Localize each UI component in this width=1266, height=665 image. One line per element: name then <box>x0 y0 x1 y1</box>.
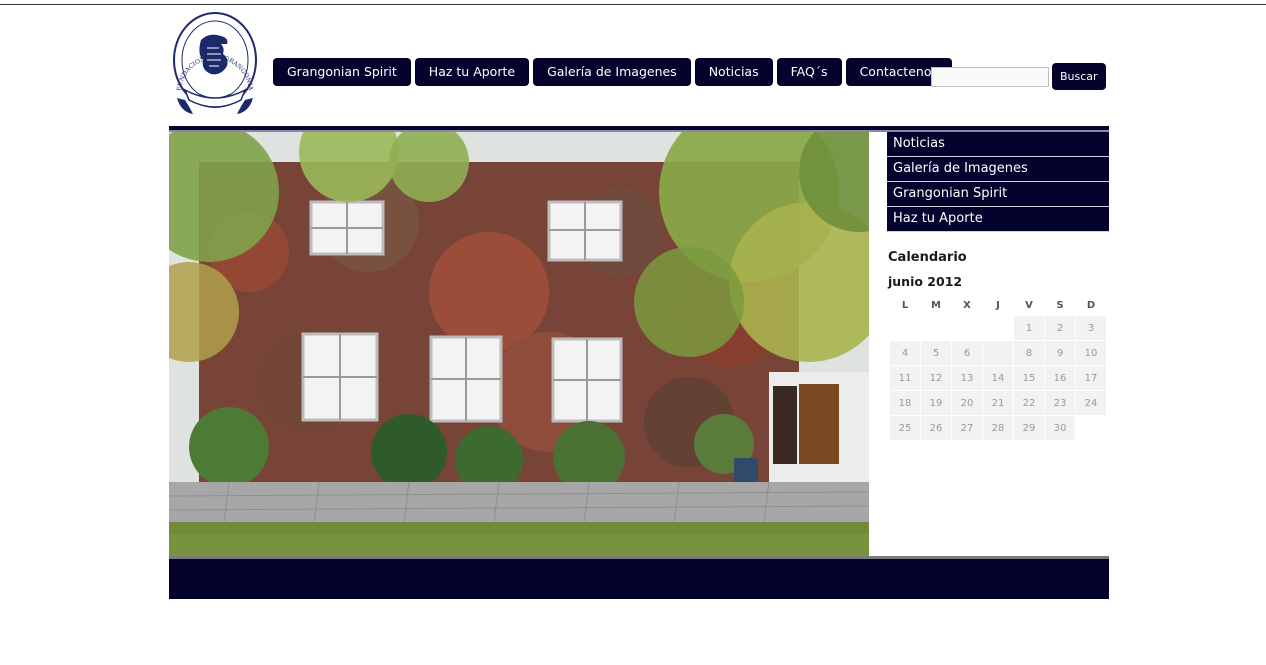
hero-photo <box>169 132 869 557</box>
calendar-day: 24 <box>1076 391 1106 415</box>
weekday-header: J <box>996 299 1000 311</box>
calendar-day: 20 <box>952 391 982 415</box>
weekday-header: D <box>1086 299 1096 311</box>
calendar-month: junio 2012 <box>888 274 963 289</box>
footer-bar <box>169 559 1109 599</box>
search-form: Buscar <box>931 63 1106 90</box>
sidebar-item-galeria-de-imagenes[interactable]: Galería de Imagenes <box>887 157 1109 182</box>
calendar-day: 2 <box>1045 316 1075 340</box>
nav-galeria-de-imagenes[interactable]: Galería de Imagenes <box>533 58 691 86</box>
main-nav: Grangonian Spirit Haz tu Aporte Galería … <box>273 58 952 86</box>
calendar-day: 4 <box>890 341 920 365</box>
sidebar-item-noticias[interactable]: Noticias <box>887 132 1109 157</box>
calendar-week-row: 18 19 20 21 22 23 24 <box>890 391 1106 415</box>
sidebar-menu: Noticias Galería de Imagenes Grangonian … <box>887 132 1109 232</box>
calendar-day: 28 <box>983 416 1013 440</box>
calendar-day: 18 <box>890 391 920 415</box>
calendar-day: 30 <box>1045 416 1075 440</box>
calendar-day: 10 <box>1076 341 1106 365</box>
calendar-day-empty <box>952 316 982 340</box>
top-border-line <box>0 4 1266 5</box>
calendar-day-empty <box>1076 416 1106 440</box>
weekday-header: L <box>901 299 909 311</box>
calendar-day: 12 <box>921 366 951 390</box>
calendar-week-row: 11 12 13 14 15 16 17 <box>890 366 1106 390</box>
calendar-day: 17 <box>1076 366 1106 390</box>
nav-noticias[interactable]: Noticias <box>694 58 773 86</box>
calendar-day: 27 <box>952 416 982 440</box>
sidebar-item-haz-tu-aporte[interactable]: Haz tu Aporte <box>887 207 1109 232</box>
calendar-day-empty <box>921 316 951 340</box>
calendar-week-row: 4 5 6 7 8 9 10 <box>890 341 1106 365</box>
calendar-day: 26 <box>921 416 951 440</box>
calendar-day: 19 <box>921 391 951 415</box>
calendar-day: 11 <box>890 366 920 390</box>
search-input[interactable] <box>931 66 1049 87</box>
nav-haz-tu-aporte[interactable]: Haz tu Aporte <box>414 58 530 86</box>
calendar-weekday-row: L M X J V S D <box>890 295 1106 315</box>
calendar-day-today: 7 <box>983 341 1013 365</box>
calendar-day-empty <box>890 316 920 340</box>
weekday-header: X <box>963 299 971 311</box>
calendar-day: 15 <box>1014 366 1044 390</box>
calendar-day: 5 <box>921 341 951 365</box>
sidebar-item-grangonian-spirit[interactable]: Grangonian Spirit <box>887 182 1109 207</box>
calendar-day: 16 <box>1045 366 1075 390</box>
weekday-header: V <box>1025 299 1033 311</box>
calendar-day: 6 <box>952 341 982 365</box>
nav-grangonian-spirit[interactable]: Grangonian Spirit <box>273 58 411 86</box>
weekday-header: S <box>1056 299 1064 311</box>
calendar-day-empty <box>983 316 1013 340</box>
calendar-day: 29 <box>1014 416 1044 440</box>
foundation-logo[interactable]: FUNDACION OLD GRANGONIAN SOCIAL SERVICE <box>168 5 259 122</box>
calendar-day: 9 <box>1045 341 1075 365</box>
calendar-day: 1 <box>1014 316 1044 340</box>
calendar-day: 13 <box>952 366 982 390</box>
weekday-header: M <box>931 299 941 311</box>
calendar-day: 3 <box>1076 316 1106 340</box>
nav-faqs[interactable]: FAQ´s <box>776 58 842 86</box>
calendar-week-row: 1 2 3 <box>890 316 1106 340</box>
calendar-day: 25 <box>890 416 920 440</box>
search-button[interactable]: Buscar <box>1052 63 1106 90</box>
calendar-week-row: 25 26 27 28 29 30 <box>890 416 1106 440</box>
calendar-day: 23 <box>1045 391 1075 415</box>
calendar-day: 8 <box>1014 341 1044 365</box>
calendar-day: 14 <box>983 366 1013 390</box>
calendar-grid: L M X J V S D 1 2 3 4 5 6 7 8 9 10 11 12… <box>889 294 1107 441</box>
calendar-day: 21 <box>983 391 1013 415</box>
calendar-day: 22 <box>1014 391 1044 415</box>
calendar-title: Calendario <box>888 250 967 265</box>
